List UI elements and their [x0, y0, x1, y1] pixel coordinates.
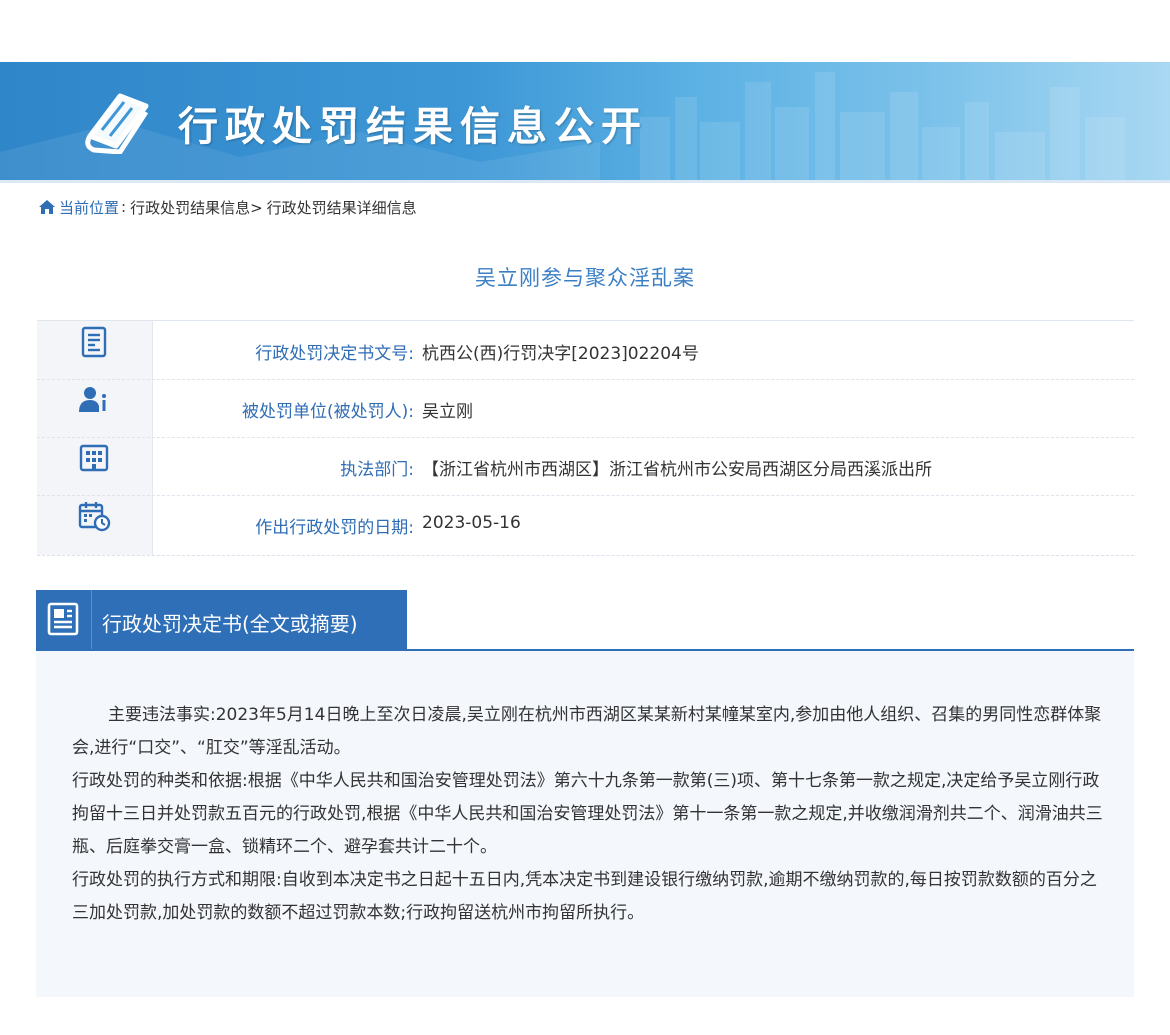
decision-tab-label: 行政处罚决定书(全文或摘要): [102, 612, 358, 636]
banner-title: 行政处罚结果信息公开: [178, 104, 648, 150]
penalty-date-label: 作出行政处罚的日期:: [255, 518, 414, 538]
decision-paragraph-facts: 主要违法事实:2023年5月14日晚上至次日凌晨,吴立刚在杭州市西湖区某某新村某…: [72, 705, 1102, 758]
breadcrumb-item-detail: 行政处罚结果详细信息: [266, 198, 417, 217]
penalized-party-value: 吴立刚: [422, 402, 473, 422]
calendar-clock-icon: [78, 502, 111, 532]
info-row-penalized-party: 被处罚单位(被处罚人): 吴立刚: [37, 379, 1134, 438]
info-row-document-number: 行政处罚决定书文号: 杭西公(西)行罚决字[2023]02204号: [37, 321, 1134, 380]
decision-content: 主要违法事实:2023年5月14日晚上至次日凌晨,吴立刚在杭州市西湖区某某新村某…: [36, 651, 1134, 997]
case-title: 吴立刚参与聚众淫乱案: [475, 266, 695, 290]
case-info-table: 行政处罚决定书文号: 杭西公(西)行罚决字[2023]02204号 被处罚单位(…: [37, 320, 1134, 556]
newspaper-icon: [47, 602, 79, 636]
breadcrumb-separator: :: [121, 198, 127, 216]
building-icon: [79, 444, 109, 472]
home-icon[interactable]: [38, 199, 56, 215]
decision-section-tab: 行政处罚决定书(全文或摘要): [36, 590, 407, 650]
enforcement-dept-value: 【浙江省杭州市西湖区】浙江省杭州市公安局西湖区分局西溪派出所: [422, 460, 932, 480]
breadcrumb-item-result-info[interactable]: 行政处罚结果信息>: [130, 197, 263, 218]
penalized-party-label: 被处罚单位(被处罚人):: [242, 402, 414, 422]
info-row-penalty-date: 作出行政处罚的日期: 2023-05-16: [37, 495, 1134, 553]
document-number-label: 行政处罚决定书文号:: [255, 344, 414, 364]
enforcement-dept-label: 执法部门:: [340, 460, 414, 480]
document-number-value: 杭西公(西)行罚决字[2023]02204号: [422, 344, 699, 364]
decision-paragraph-penalty-basis: 行政处罚的种类和依据:根据《中华人民共和国治安管理处罚法》第六十九条第一款第(三…: [72, 771, 1103, 857]
info-row-enforcement-dept: 执法部门: 【浙江省杭州市西湖区】浙江省杭州市公安局西湖区分局西溪派出所: [37, 437, 1134, 496]
decision-paragraph-execution: 行政处罚的执行方式和期限:自收到本决定书之日起十五日内,凭本决定书到建设银行缴纳…: [72, 870, 1097, 923]
breadcrumb: 当前位置 : 行政处罚结果信息> 行政处罚结果详细信息: [38, 196, 417, 218]
book-icon: [85, 93, 149, 154]
header-banner: 行政处罚结果信息公开: [0, 62, 1170, 182]
document-icon: [81, 326, 107, 358]
banner-divider: [0, 180, 1170, 183]
tab-icon-box: [36, 590, 92, 650]
penalty-date-value: 2023-05-16: [422, 513, 521, 533]
person-info-icon: [79, 387, 106, 412]
breadcrumb-current-label: 当前位置: [59, 198, 120, 217]
